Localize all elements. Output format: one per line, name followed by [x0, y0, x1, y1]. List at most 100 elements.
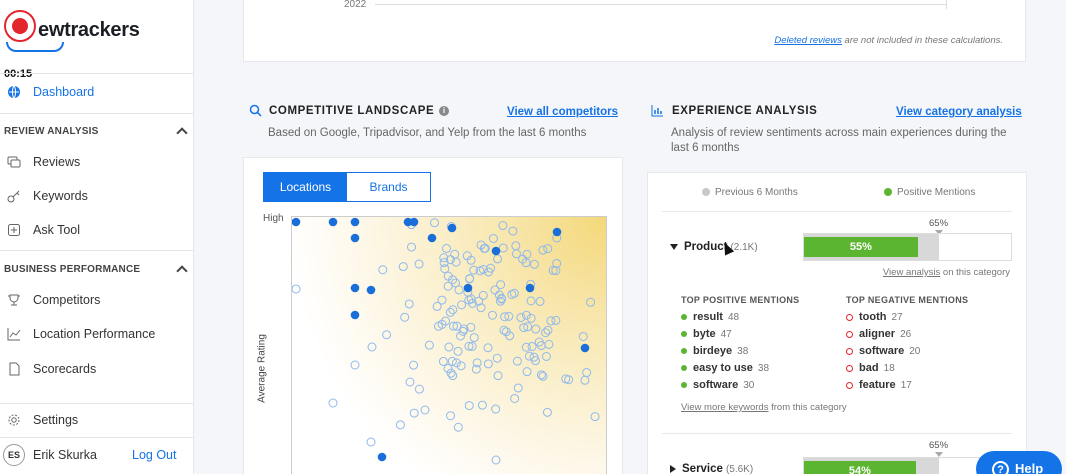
- section-business-performance[interactable]: BUSINESS PERFORMANCE: [4, 263, 188, 277]
- info-icon[interactable]: i: [439, 105, 450, 116]
- globe-icon: [6, 84, 22, 100]
- top-negative-heading: TOP NEGATIVE MENTIONS: [846, 295, 969, 305]
- sidebar-item-reviews[interactable]: Reviews: [0, 149, 194, 175]
- product-sentiment-bar[interactable]: 55%: [803, 233, 1012, 261]
- mention-word: software: [693, 379, 739, 391]
- legend-positive: Positive Mentions: [884, 187, 975, 198]
- category-name: Service: [682, 463, 723, 474]
- view-more-keywords-link[interactable]: View more keywords: [681, 402, 768, 413]
- sidebar-item-label: Competitors: [33, 293, 101, 307]
- tab-locations[interactable]: Locations: [264, 173, 347, 201]
- negative-mention[interactable]: aligner 26: [846, 328, 911, 340]
- chat-icon: [6, 154, 22, 170]
- tab-brands[interactable]: Brands: [347, 173, 430, 201]
- location-point[interactable]: [292, 217, 301, 227]
- divider: [0, 437, 194, 438]
- positive-dot-icon: [681, 365, 687, 371]
- positive-dot-icon: [681, 382, 687, 388]
- location-point[interactable]: [377, 452, 387, 462]
- negative-mention[interactable]: bad 18: [846, 362, 895, 374]
- negative-dot-icon: [846, 313, 853, 321]
- location-point[interactable]: [552, 227, 562, 237]
- question-icon: ?: [992, 461, 1009, 474]
- trend-card: 2022 Deleted reviews are not included in…: [243, 0, 1026, 62]
- document-icon: [6, 361, 22, 377]
- location-point[interactable]: [350, 233, 360, 243]
- sidebar-item-label: Ask Tool: [33, 223, 81, 237]
- location-point[interactable]: [491, 246, 501, 256]
- positive-mention[interactable]: easy to use 38: [681, 362, 769, 374]
- deleted-reviews-note: Deleted reviews are not included in thes…: [774, 35, 1003, 46]
- divider: [662, 211, 1012, 212]
- positive-dot-icon: [681, 348, 687, 354]
- mention-word: tooth: [859, 311, 887, 323]
- mention-count: 17: [900, 379, 912, 391]
- negative-dot-icon: [846, 347, 853, 355]
- view-all-competitors-link[interactable]: View all competitors: [507, 106, 618, 118]
- caret-right-icon: [670, 465, 676, 473]
- positive-mention[interactable]: software 30: [681, 379, 754, 391]
- mention-count: 47: [720, 328, 732, 340]
- mention-word: easy to use: [693, 362, 753, 374]
- app-logo[interactable]: ewtrackers: [38, 19, 140, 42]
- y-axis-label: Average Rating: [256, 334, 268, 403]
- year-label: 2022: [344, 0, 367, 10]
- sidebar-item-label: Settings: [33, 413, 79, 427]
- axis-tick: [946, 0, 947, 9]
- record-icon[interactable]: [4, 10, 36, 42]
- section-review-analysis[interactable]: REVIEW ANALYSIS: [4, 125, 188, 139]
- sidebar-item-settings[interactable]: Settings: [0, 407, 194, 433]
- avatar[interactable]: ES: [3, 444, 25, 466]
- mention-count: 18: [883, 362, 895, 374]
- negative-mention[interactable]: tooth 27: [846, 311, 903, 323]
- location-point[interactable]: [350, 283, 360, 293]
- location-point[interactable]: [409, 217, 419, 227]
- location-point[interactable]: [350, 310, 360, 320]
- competitive-landscape-title: COMPETITIVE LANDSCAPE i: [249, 104, 450, 117]
- competitive-scatter-plot[interactable]: [291, 216, 607, 474]
- positive-mention[interactable]: birdeye 38: [681, 345, 748, 357]
- axis-line: [375, 4, 947, 5]
- positive-mention[interactable]: result 48: [681, 311, 739, 323]
- product-previous-pct: 65%: [929, 218, 949, 229]
- mention-count: 38: [737, 345, 749, 357]
- key-icon: [6, 188, 22, 204]
- logout-link[interactable]: Log Out: [132, 448, 176, 462]
- view-analysis-text: on this category: [940, 267, 1010, 278]
- view-analysis-link[interactable]: View analysis: [883, 267, 940, 278]
- location-point[interactable]: [463, 283, 473, 293]
- negative-mention[interactable]: feature 17: [846, 379, 912, 391]
- location-point[interactable]: [580, 343, 590, 353]
- location-point[interactable]: [350, 217, 360, 227]
- location-point[interactable]: [328, 217, 338, 227]
- category-count: (5.6K): [725, 463, 754, 474]
- sidebar-item-scorecards[interactable]: Scorecards: [0, 356, 194, 382]
- y-axis-high-label: High: [263, 213, 284, 224]
- sidebar-item-competitors[interactable]: Competitors: [0, 287, 194, 313]
- sidebar-item-location-performance[interactable]: Location Performance: [0, 321, 194, 347]
- category-service[interactable]: Service (5.6K): [670, 463, 753, 474]
- location-point[interactable]: [427, 233, 437, 243]
- location-point[interactable]: [525, 283, 535, 293]
- location-point[interactable]: [447, 223, 457, 233]
- negative-dot-icon: [846, 364, 853, 372]
- category-product[interactable]: Product (2.1K): [670, 241, 758, 253]
- section-title-text: EXPERIENCE ANALYSIS: [672, 104, 818, 117]
- help-button[interactable]: ? Help: [976, 451, 1062, 474]
- positive-dot-icon: [681, 331, 687, 337]
- mention-word: bad: [859, 362, 879, 374]
- sidebar-item-ask-tool[interactable]: Ask Tool: [0, 217, 194, 243]
- positive-mention[interactable]: byte 47: [681, 328, 732, 340]
- negative-mention[interactable]: software 20: [846, 345, 920, 357]
- plus-square-icon: [6, 222, 22, 238]
- view-category-analysis-link[interactable]: View category analysis: [896, 106, 1022, 118]
- sidebar-item-keywords[interactable]: Keywords: [0, 183, 194, 209]
- mention-count: 20: [909, 345, 921, 357]
- user-row: ES Erik Skurka Log Out: [0, 441, 194, 469]
- deleted-reviews-link[interactable]: Deleted reviews: [774, 35, 842, 46]
- location-point[interactable]: [366, 285, 376, 295]
- mention-word: aligner: [859, 328, 896, 340]
- positive-bar: 55%: [804, 237, 918, 257]
- mention-count: 30: [743, 379, 755, 391]
- sidebar-item-dashboard[interactable]: Dashboard: [0, 79, 194, 105]
